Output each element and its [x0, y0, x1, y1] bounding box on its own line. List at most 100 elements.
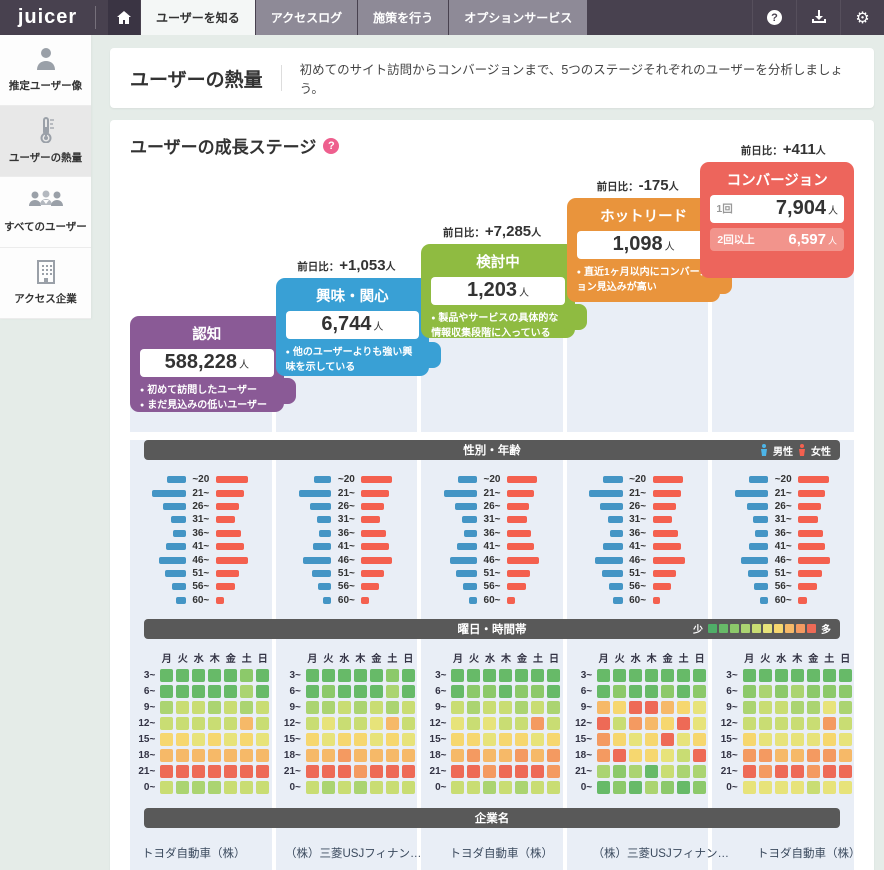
female-bar: [361, 583, 379, 590]
heat-cell: [354, 685, 367, 698]
heat-cell: [338, 749, 351, 762]
heat-cell: [775, 701, 788, 714]
male-bar: [603, 476, 623, 483]
company-section-bar: 企業名: [144, 808, 840, 828]
sidebar-item-0[interactable]: 推定ユーザー像: [0, 35, 91, 106]
stage-bullets: 製品やサービスの具体的な情報収集段階に入っている: [431, 311, 566, 341]
tab-3[interactable]: オプションサービス: [449, 0, 587, 35]
stage-count-box: 1回7,904人: [710, 195, 844, 223]
heat-cell: [354, 717, 367, 730]
help-button[interactable]: ?: [752, 0, 796, 35]
heat-cell: [306, 717, 319, 730]
diff-prefix: 前日比：: [597, 181, 639, 193]
growth-help-icon[interactable]: ?: [323, 138, 339, 154]
male-bar: [462, 516, 477, 523]
heat-cell: [402, 733, 415, 746]
company-list-0: トヨダ自動車（株）（株）NTTコドモ日本たこば産業（株）KDOI（株）: [130, 834, 269, 870]
count-unit: 人: [665, 238, 675, 253]
age-tick-label: 51~: [186, 568, 216, 579]
age-tick-label: 36~: [623, 528, 653, 539]
heat-cell: [176, 781, 189, 794]
time-label: 18~: [132, 749, 157, 762]
female-bar: [361, 476, 392, 483]
heat-cell: [208, 669, 221, 682]
age-chart-row: ~20: [721, 473, 845, 486]
heat-cell: [823, 717, 836, 730]
heat-cell: [645, 733, 658, 746]
download-button[interactable]: [796, 0, 840, 35]
heat-cell: [176, 685, 189, 698]
male-bar: [173, 530, 186, 537]
age-tick-label: 36~: [186, 528, 216, 539]
heat-cell: [645, 781, 658, 794]
heat-cell: [645, 701, 658, 714]
age-tick-label: 46~: [186, 555, 216, 566]
heat-cell: [224, 717, 237, 730]
tab-2[interactable]: 施策を行う: [358, 0, 448, 35]
female-bar: [653, 476, 684, 483]
home-tab[interactable]: [108, 0, 140, 35]
heat-cell: [759, 701, 772, 714]
time-label: 21~: [423, 765, 448, 778]
female-bar: [507, 570, 530, 577]
age-chart-row: 56~: [721, 580, 845, 593]
male-bar: [313, 543, 332, 550]
time-label: 3~: [132, 669, 157, 682]
tab-0[interactable]: ユーザーを知る: [141, 0, 255, 35]
heat-cell: [354, 765, 367, 778]
heat-cell: [386, 733, 399, 746]
age-chart-row: 31~: [139, 513, 263, 526]
heat-cell: [547, 733, 560, 746]
stage-block-4[interactable]: コンバージョン1回7,904人2回以上6,597人: [700, 162, 854, 278]
stage-block-1[interactable]: 興味・関心6,744人他のユーザーよりも強い興味を示している: [276, 278, 430, 376]
settings-button[interactable]: ⚙: [840, 0, 884, 35]
male-bar: [444, 490, 477, 497]
sidebar-item-3[interactable]: アクセス企業: [0, 248, 91, 319]
female-bar: [216, 543, 244, 550]
sidebar-item-2[interactable]: すべてのユーザー: [0, 177, 91, 248]
stage-bullets: 直近1ヶ月以内にコンバージョン見込みが高い: [577, 265, 712, 295]
heat-cell: [693, 701, 706, 714]
heat-cell: [791, 717, 804, 730]
stage-block-3[interactable]: ホットリード1,098人直近1ヶ月以内にコンバージョン見込みが高い: [567, 198, 721, 302]
day-label: 金: [515, 653, 528, 666]
page-description: 初めてのサイト訪問からコンバージョンまで、5つのステージそれぞれのユーザーを分析…: [300, 59, 854, 97]
stage-block-2[interactable]: 検討中1,203人製品やサービスの具体的な情報収集段階に入っている: [421, 244, 575, 338]
heat-cell: [451, 733, 464, 746]
heat-cell: [402, 669, 415, 682]
age-chart-row: 36~: [139, 527, 263, 540]
heatmap-2: 月火水木金土日3~6~9~12~15~18~21~0~: [421, 645, 563, 800]
male-bar: [310, 503, 332, 510]
age-chart-row: 51~: [576, 567, 700, 580]
heat-cell: [208, 717, 221, 730]
heat-cell: [515, 701, 528, 714]
juicer-logo: juicer: [0, 0, 95, 35]
heat-cell: [160, 749, 173, 762]
heat-cell: [499, 781, 512, 794]
male-bar: [323, 597, 331, 604]
sidebar-item-1[interactable]: ユーザーの熱量: [0, 106, 91, 177]
heat-cell: [256, 685, 269, 698]
heat-cell: [451, 749, 464, 762]
heat-cell: [160, 701, 173, 714]
stage-connector: [415, 342, 441, 368]
tab-1[interactable]: アクセスログ: [256, 0, 357, 35]
heat-cell: [338, 717, 351, 730]
company-name: （株）NTTコドモ: [142, 866, 257, 870]
day-label: 木: [791, 653, 804, 666]
stage-connector: [561, 304, 587, 330]
stage-block-0[interactable]: 認知588,228人初めて訪問したユーザーまだ見込みの低いユーザー: [130, 316, 284, 412]
age-chart-row: 21~: [721, 486, 845, 499]
heat-cell: [775, 733, 788, 746]
topbar-tabs: ユーザーを知るアクセスログ施策を行うオプションサービス: [140, 0, 587, 35]
female-bar: [361, 490, 388, 497]
male-bar: [608, 516, 623, 523]
company-name: （株）三菱USJフィナン…: [285, 843, 422, 866]
heat-cell: [613, 717, 626, 730]
heat-cell: [240, 685, 253, 698]
male-bar: [747, 503, 769, 510]
female-legend-label: 女性: [811, 443, 831, 458]
thermometer-icon: [36, 117, 56, 143]
heat-cell: [759, 765, 772, 778]
legend-swatch: [708, 624, 717, 633]
